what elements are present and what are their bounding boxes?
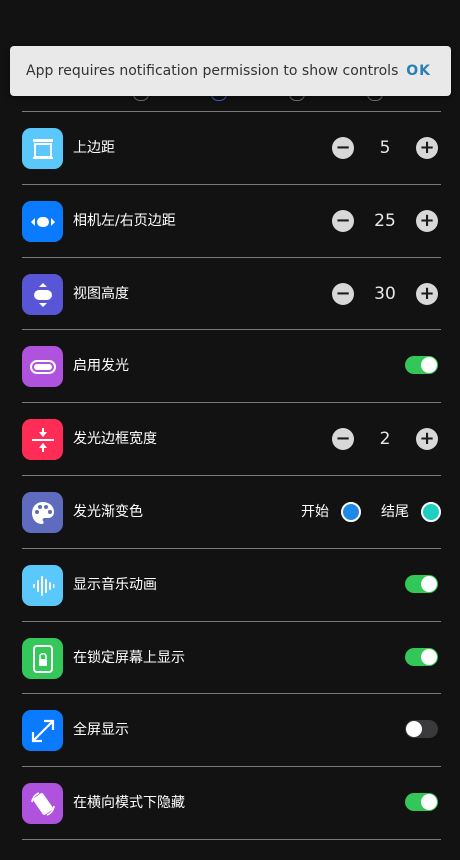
toggle-knob: [406, 721, 422, 737]
gradient-start-label: 开始: [301, 504, 329, 520]
setting-row-horizontal-margin: 相机左/右页边距 − 25 +: [22, 185, 441, 257]
decrement-button[interactable]: −: [332, 137, 354, 159]
setting-row-hide-landscape: 在横向模式下隐藏: [22, 767, 441, 839]
horizontal-margin-stepper: − 25 +: [332, 210, 438, 232]
fullscreen-toggle[interactable]: [405, 720, 438, 738]
waveform-icon: [22, 565, 63, 606]
setting-label: 在横向模式下隐藏: [73, 795, 185, 811]
setting-row-glow-gradient: 发光渐变色 开始 结尾: [22, 476, 441, 548]
notification-permission-toast: App requires notification permission to …: [10, 46, 451, 96]
increment-button[interactable]: +: [416, 428, 438, 450]
lock-screen-toggle[interactable]: [405, 648, 438, 666]
setting-label: 视图高度: [73, 286, 129, 302]
toggle-knob: [421, 576, 437, 592]
view-height-stepper: − 30 +: [332, 283, 438, 305]
decrement-button[interactable]: −: [332, 210, 354, 232]
settings-panel: 上边距 − 5 + 相机左/右页边距 − 25 + 视图高度 − 30 + 启用…: [0, 0, 460, 860]
top-margin-stepper: − 5 +: [332, 137, 438, 159]
gradient-end-color-swatch[interactable]: [421, 502, 441, 522]
setting-row-fullscreen: 全屏显示: [22, 694, 441, 766]
toggle-knob: [421, 649, 437, 665]
increment-button[interactable]: +: [416, 137, 438, 159]
setting-label: 相机左/右页边距: [73, 213, 176, 229]
lock-screen-icon: [22, 638, 63, 679]
glow-icon: [22, 346, 63, 387]
gradient-start-color-swatch[interactable]: [341, 502, 361, 522]
toast-message: App requires notification permission to …: [26, 63, 399, 79]
increment-button[interactable]: +: [416, 210, 438, 232]
border-width-icon: [22, 419, 63, 460]
stepper-value: 2: [379, 429, 391, 449]
enable-glow-toggle[interactable]: [405, 356, 438, 374]
increment-button[interactable]: +: [416, 283, 438, 305]
setting-row-top-margin: 上边距 − 5 +: [22, 112, 441, 184]
setting-label: 启用发光: [73, 358, 129, 374]
setting-row-music-animation: 显示音乐动画: [22, 549, 441, 621]
fullscreen-icon: [22, 710, 63, 751]
palette-icon: [22, 492, 63, 533]
ok-button[interactable]: OK: [406, 46, 431, 96]
gradient-pickers: 开始 结尾: [301, 502, 441, 522]
toggle-knob: [421, 357, 437, 373]
horizontal-margin-icon: [22, 201, 63, 242]
setting-row-view-height: 视图高度 − 30 +: [22, 258, 441, 330]
toggle-knob: [421, 794, 437, 810]
stepper-value: 30: [374, 284, 396, 304]
setting-row-enable-glow: 启用发光: [22, 330, 441, 402]
hide-landscape-toggle[interactable]: [405, 793, 438, 811]
view-height-icon: [22, 274, 63, 315]
setting-label: 发光边框宽度: [73, 431, 157, 447]
setting-label: 显示音乐动画: [73, 577, 157, 593]
setting-label: 发光渐变色: [73, 504, 143, 520]
music-animation-toggle[interactable]: [405, 575, 438, 593]
stepper-value: 25: [374, 211, 396, 231]
setting-row-glow-border-width: 发光边框宽度 − 2 +: [22, 403, 441, 475]
setting-label: 上边距: [73, 140, 115, 156]
decrement-button[interactable]: −: [332, 283, 354, 305]
glow-border-width-stepper: − 2 +: [332, 428, 438, 450]
stepper-value: 5: [379, 138, 391, 158]
separator: [22, 839, 441, 840]
rotate-icon: [22, 783, 63, 824]
setting-label: 在锁定屏幕上显示: [73, 650, 185, 666]
top-margin-icon: [22, 128, 63, 169]
setting-row-lock-screen: 在锁定屏幕上显示: [22, 622, 441, 694]
setting-label: 全屏显示: [73, 722, 129, 738]
gradient-end-label: 结尾: [381, 504, 409, 520]
decrement-button[interactable]: −: [332, 428, 354, 450]
